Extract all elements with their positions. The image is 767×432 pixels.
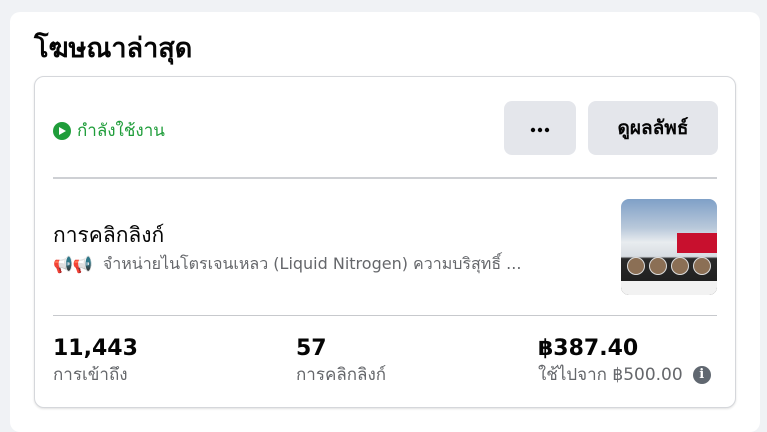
ad-description: จำหน่ายไนโตรเจนเหลว (Liquid Nitrogen) คว… — [102, 254, 522, 273]
metric-value: 57 — [296, 336, 327, 361]
metric-spend: ฿387.40 ใช้ไปจาก ฿500.00 i — [538, 335, 711, 387]
ad-thumbnail[interactable] — [621, 199, 717, 295]
ad-status: กำลังใช้งาน — [53, 117, 165, 144]
more-horizontal-icon — [529, 121, 551, 136]
info-icon[interactable]: i — [692, 366, 711, 384]
metric-label: การคลิกลิงก์ — [296, 365, 387, 385]
metric-value: ฿387.40 — [538, 336, 639, 361]
more-options-button[interactable] — [504, 101, 576, 155]
view-results-button[interactable]: ดูผลลัพธ์ — [588, 101, 718, 155]
metric-value: 11,443 — [53, 336, 138, 361]
ad-objective: การคลิกลิงก์ — [53, 223, 165, 247]
ad-description-row[interactable]: 📢📢 จำหน่ายไนโตรเจนเหลว (Liquid Nitrogen)… — [53, 252, 593, 277]
section-title: โฆษณาล่าสุด — [34, 33, 193, 64]
latest-ad-card: โฆษณาล่าสุด กำลังใช้งาน ดูผลลัพธ์ การคลิ… — [10, 12, 760, 432]
metric-reach: 11,443 การเข้าถึง — [53, 335, 138, 387]
metric-label: การเข้าถึง — [53, 365, 128, 385]
status-label: กำลังใช้งาน — [77, 121, 165, 141]
metric-label: ใช้ไปจาก ฿500.00 i — [538, 363, 711, 387]
play-icon — [53, 121, 71, 140]
divider — [53, 177, 717, 179]
ad-summary-box: กำลังใช้งาน ดูผลลัพธ์ การคลิกลิงก์ 📢📢 จำ… — [34, 76, 736, 408]
megaphone-icon: 📢📢 — [53, 255, 93, 274]
divider — [53, 315, 717, 316]
metric-link-clicks: 57 การคลิกลิงก์ — [296, 335, 386, 387]
